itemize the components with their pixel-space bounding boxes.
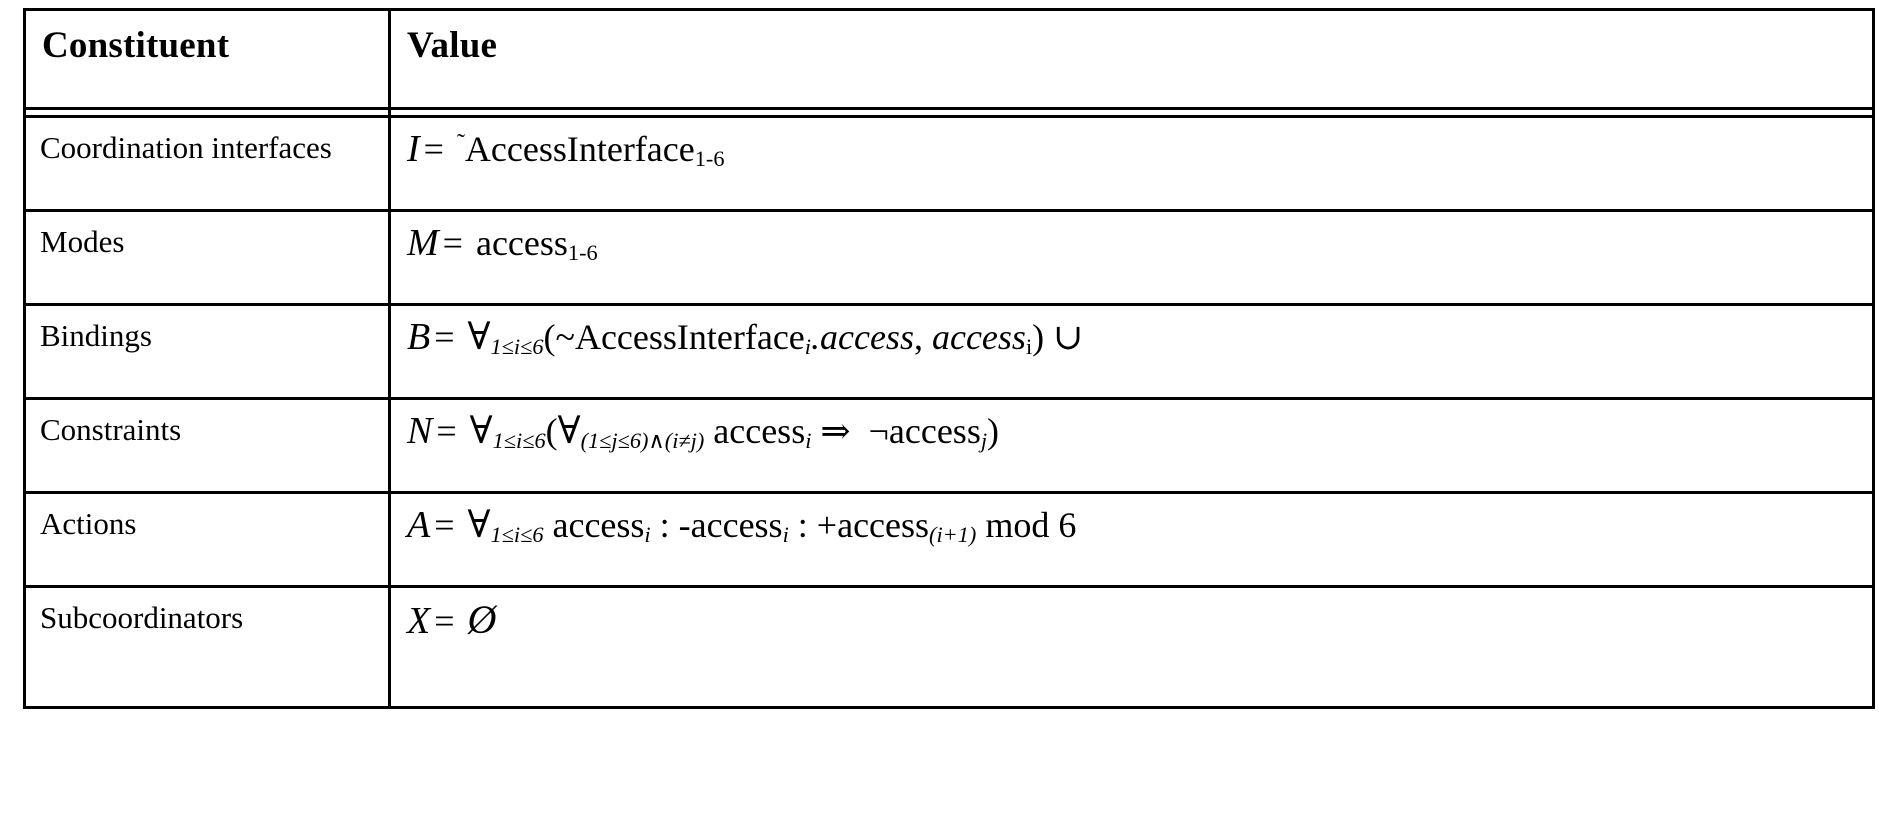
cell-constituent: Actions: [23, 491, 391, 588]
close-paren: ): [987, 411, 1000, 451]
table-row: Constraints N = ∀1≤i≤6(∀(1≤j≤6)∧(i≠j) acc…: [23, 397, 1875, 494]
constituent-label: Subcoordinators: [40, 600, 244, 635]
table-row: Actions A = ∀1≤i≤6 accessi : -accessi : +…: [23, 491, 1875, 588]
universal-quantifier: ∀: [467, 504, 491, 546]
header-row: Constituent Value: [23, 8, 1875, 110]
constituent-label: Constraints: [40, 412, 182, 447]
header-double-rule-right: [388, 108, 1875, 118]
guard-mode: access: [552, 505, 645, 545]
interface-range-subscript: 1-6: [694, 145, 725, 171]
inner-quantifier-subscript: (1≤j≤6)∧(i≠j): [580, 427, 705, 453]
table-body: Coordination interfaces I = ˜AccessInterf…: [23, 108, 1875, 709]
colon-separator: :: [797, 505, 808, 545]
mode-range-subscript: 1-6: [567, 239, 598, 265]
constituent-label: Modes: [40, 224, 125, 259]
cell-value: B = ∀1≤i≤6(~AccessInterfacei.access, acce…: [388, 303, 1875, 400]
equals-sign: =: [423, 129, 444, 169]
value-expression: X = Ø: [391, 588, 1872, 642]
cell-constituent: Coordination interfaces: [23, 115, 391, 212]
constituent-label: Coordination interfaces: [40, 130, 332, 165]
value-expression: A = ∀1≤i≤6 accessi : -accessi : +access(i…: [391, 494, 1872, 546]
universal-quantifier: ∀: [467, 316, 491, 358]
quantifier-range-subscript: 1≤i≤6: [492, 427, 546, 453]
remove-action: -access: [678, 505, 783, 545]
close-paren: ): [1032, 317, 1045, 357]
equals-sign: =: [434, 601, 455, 641]
interface-name: AccessInterface: [574, 317, 805, 357]
symbol-X: X: [407, 600, 431, 642]
modulo-operator: mod 6: [985, 505, 1077, 545]
header-double-rule: [23, 108, 1875, 118]
cell-constituent: Subcoordinators: [23, 585, 391, 709]
column-header-value-label: Value: [407, 25, 498, 66]
table-row: Subcoordinators X = Ø: [23, 585, 1875, 709]
cell-constituent: Modes: [23, 209, 391, 306]
table-header: Constituent Value: [23, 8, 1875, 110]
scanned-page: Constituent Value Coordination interface…: [0, 0, 1887, 816]
value-expression: N = ∀1≤i≤6(∀(1≤j≤6)∧(i≠j) accessi ⇒ ¬acce…: [407, 410, 1000, 453]
equals-sign: =: [442, 223, 463, 263]
column-header-value: Value: [388, 8, 1875, 110]
cell-value: I = ˜AccessInterface1-6: [388, 115, 1875, 212]
column-header-constituent-label: Constituent: [42, 25, 230, 66]
tilde-mark: ˜: [456, 130, 465, 157]
mode-name: access: [931, 317, 1026, 357]
universal-quantifier: ∀: [469, 410, 493, 452]
symbol-B: B: [407, 316, 431, 358]
header-double-rule-left: [23, 108, 391, 118]
guard-index-subscript: i: [644, 521, 651, 547]
equals-sign: =: [434, 505, 455, 545]
cell-value: A = ∀1≤i≤6 accessi : -accessi : +access(i…: [388, 491, 1875, 588]
value-expression: I = ˜AccessInterface1-6: [391, 118, 1872, 170]
value-expression: M = access1-6: [391, 212, 1872, 264]
coordinator-specification-table: Constituent Value Coordination interface…: [23, 8, 1875, 709]
symbol-N: N: [407, 410, 433, 452]
rhs-mode: access: [888, 411, 981, 451]
symbol-A: A: [407, 504, 431, 546]
table-row: Bindings B = ∀1≤i≤6(~AccessInterfacei.acc…: [23, 303, 1875, 400]
lhs-index-subscript: i: [805, 427, 812, 453]
constituent-label: Actions: [40, 506, 137, 541]
cell-value: M = access1-6: [388, 209, 1875, 306]
union-operator: ∪: [1053, 317, 1084, 357]
value-expression: B = ∀1≤i≤6(~AccessInterfacei.access, acce…: [407, 316, 1084, 359]
constituent-label: Bindings: [40, 318, 152, 353]
quantifier-range-subscript: 1≤i≤6: [490, 521, 544, 547]
symbol-M: M: [407, 222, 439, 264]
add-action: +access: [816, 505, 930, 545]
inner-universal-quantifier: ∀: [557, 410, 581, 452]
cell-value: N = ∀1≤i≤6(∀(1≤j≤6)∧(i≠j) accessi ⇒ ¬acce…: [388, 397, 1875, 494]
negation-operator: ¬: [868, 411, 889, 451]
lhs-mode: access: [713, 411, 806, 451]
colon-separator: :: [659, 505, 670, 545]
implies-operator: ⇒: [820, 411, 851, 451]
mode-name: access: [475, 223, 568, 263]
table-row: Coordination interfaces I = ˜AccessInterf…: [23, 115, 1875, 212]
quantifier-range-subscript: 1≤i≤6: [490, 333, 544, 359]
dot-access: .access: [811, 317, 914, 357]
column-header-constituent: Constituent: [23, 8, 391, 110]
open-paren-tilde: (~: [543, 317, 575, 357]
cell-constituent: Bindings: [23, 303, 391, 400]
cell-constituent: Constraints: [23, 397, 391, 494]
equals-sign: =: [434, 317, 455, 357]
cell-value: X = Ø: [388, 585, 1875, 709]
remove-index-subscript: i: [782, 521, 789, 547]
add-index-subscript: (i+1): [929, 521, 977, 547]
equals-sign: =: [436, 411, 457, 451]
symbol-I: I: [407, 128, 420, 170]
table-row: Modes M = access1-6: [23, 209, 1875, 306]
empty-set-symbol: Ø: [467, 597, 497, 642]
interface-name: AccessInterface: [464, 129, 695, 169]
